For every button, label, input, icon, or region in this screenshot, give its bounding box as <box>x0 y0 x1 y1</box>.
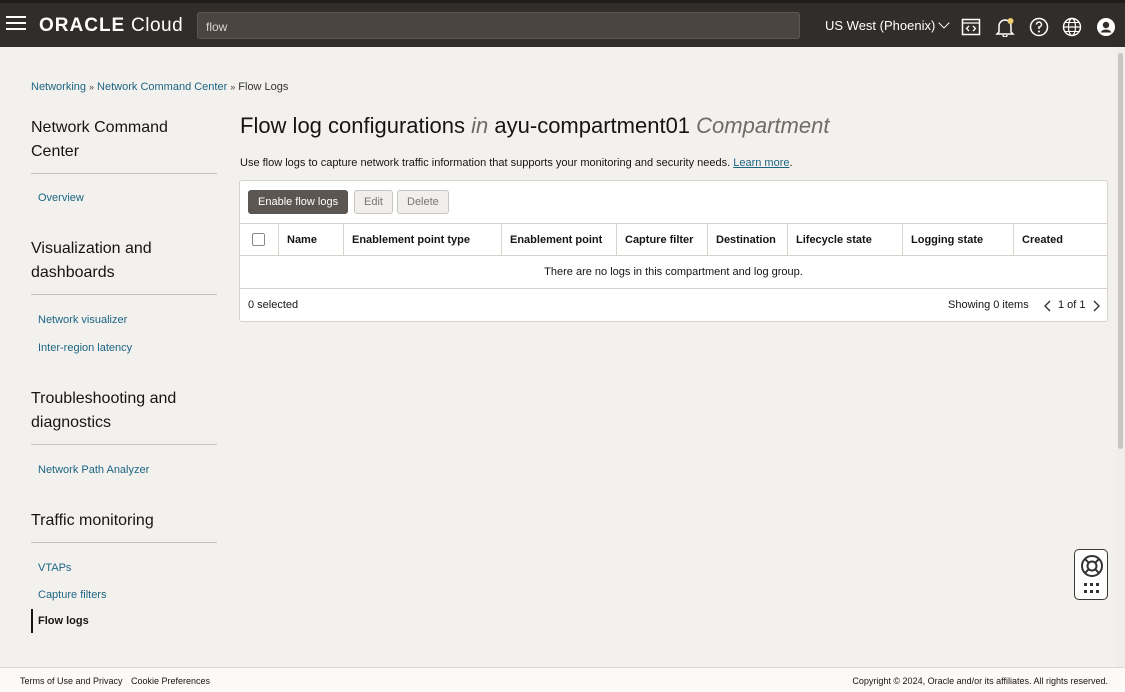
top-bar: ORACLE Cloud flow US West (Phoenix) <box>0 0 1125 47</box>
terms-link[interactable]: Terms of Use and Privacy <box>20 676 123 686</box>
breadcrumb: Networking» Network Command Center» Flow L… <box>31 81 288 93</box>
oracle-cloud-logo[interactable]: ORACLE Cloud <box>39 15 183 37</box>
column-header-logging-state[interactable]: Logging state <box>902 224 1013 255</box>
menu-icon[interactable] <box>6 16 26 32</box>
copyright-text: Copyright © 2024, Oracle and/or its affi… <box>852 676 1108 686</box>
learn-more-link[interactable]: Learn more <box>733 157 789 169</box>
nav-item-network-path-analyzer[interactable]: Network Path Analyzer <box>31 464 217 476</box>
cookie-preferences-link[interactable]: Cookie Preferences <box>131 676 210 686</box>
vertical-scrollbar[interactable] <box>1116 47 1125 667</box>
page-title-in: in <box>471 113 489 138</box>
logo-brand: ORACLE <box>39 15 126 36</box>
logo-product: Cloud <box>131 15 184 36</box>
nav-heading-network-command-center: Network Command Center <box>31 116 217 174</box>
scrollbar-thumb[interactable] <box>1118 53 1123 449</box>
breadcrumb-networking[interactable]: Networking <box>31 81 86 93</box>
chevron-left-icon[interactable] <box>1043 300 1053 312</box>
nav-heading-visualization: Visualization and dashboards <box>31 237 217 295</box>
page-footer: Terms of Use and Privacy Cookie Preferen… <box>0 667 1125 692</box>
edit-button[interactable]: Edit <box>354 190 393 214</box>
globe-icon[interactable] <box>1062 17 1082 37</box>
column-header-enablement-point[interactable]: Enablement point <box>501 224 616 255</box>
nav-heading-troubleshooting: Troubleshooting and diagnostics <box>31 387 217 445</box>
side-navigation: Network Command Center Overview Visualiz… <box>31 116 217 633</box>
compartment-suffix: Compartment <box>696 113 830 138</box>
chevron-right-icon[interactable] <box>1091 300 1101 312</box>
breadcrumb-separator: » <box>230 82 236 92</box>
page-description: Use flow logs to capture network traffic… <box>240 157 793 169</box>
column-header-name[interactable]: Name <box>278 224 343 255</box>
nav-item-network-visualizer[interactable]: Network visualizer <box>31 314 217 326</box>
breadcrumb-separator: » <box>89 82 95 92</box>
compartment-name: ayu-compartment01 <box>494 113 691 138</box>
page-title-main: Flow log configurations <box>240 113 466 138</box>
select-all-checkbox[interactable] <box>252 233 265 246</box>
nav-item-vtaps[interactable]: VTAPs <box>31 562 217 574</box>
user-icon[interactable] <box>1096 17 1116 37</box>
region-selector[interactable]: US West (Phoenix) <box>825 17 950 33</box>
chevron-down-icon <box>938 17 950 29</box>
grid-dots-icon <box>1084 583 1099 593</box>
column-header-destination[interactable]: Destination <box>707 224 787 255</box>
nav-heading-traffic-monitoring: Traffic monitoring <box>31 509 217 543</box>
notification-dot <box>1007 18 1014 24</box>
page-indicator: 1 of 1 <box>1058 299 1086 311</box>
bell-icon[interactable] <box>995 17 1015 37</box>
help-widget[interactable] <box>1074 549 1108 600</box>
nav-item-flow-logs[interactable]: Flow logs <box>31 609 217 633</box>
search-input[interactable]: flow <box>197 12 800 39</box>
code-editor-icon[interactable] <box>961 17 981 37</box>
showing-items: Showing 0 items <box>948 299 1029 311</box>
enable-flow-logs-button[interactable]: Enable flow logs <box>248 190 349 214</box>
empty-table-message: There are no logs in this compartment an… <box>240 256 1107 289</box>
selected-count: 0 selected <box>248 299 299 311</box>
delete-button[interactable]: Delete <box>397 190 449 214</box>
nav-item-overview[interactable]: Overview <box>31 192 217 204</box>
region-label: US West (Phoenix) <box>825 18 936 33</box>
page-title: Flow log configurations in ayu-compartme… <box>240 113 829 139</box>
column-header-enablement-point-type[interactable]: Enablement point type <box>343 224 501 255</box>
column-header-capture-filter[interactable]: Capture filter <box>616 224 707 255</box>
breadcrumb-current: Flow Logs <box>238 81 289 93</box>
column-header-created[interactable]: Created <box>1013 224 1107 255</box>
lifebuoy-icon <box>1081 555 1103 577</box>
column-header-lifecycle-state[interactable]: Lifecycle state <box>787 224 902 255</box>
table-header: Name Enablement point type Enablement po… <box>240 223 1107 256</box>
select-all-cell <box>240 224 278 255</box>
flow-logs-table-panel: Enable flow logs Edit Delete Name Enable… <box>239 180 1108 322</box>
nav-item-capture-filters[interactable]: Capture filters <box>31 589 217 601</box>
nav-item-inter-region-latency[interactable]: Inter-region latency <box>31 342 217 354</box>
help-icon[interactable] <box>1029 17 1049 37</box>
description-text: Use flow logs to capture network traffic… <box>240 157 731 169</box>
breadcrumb-network-command-center[interactable]: Network Command Center <box>97 81 227 93</box>
